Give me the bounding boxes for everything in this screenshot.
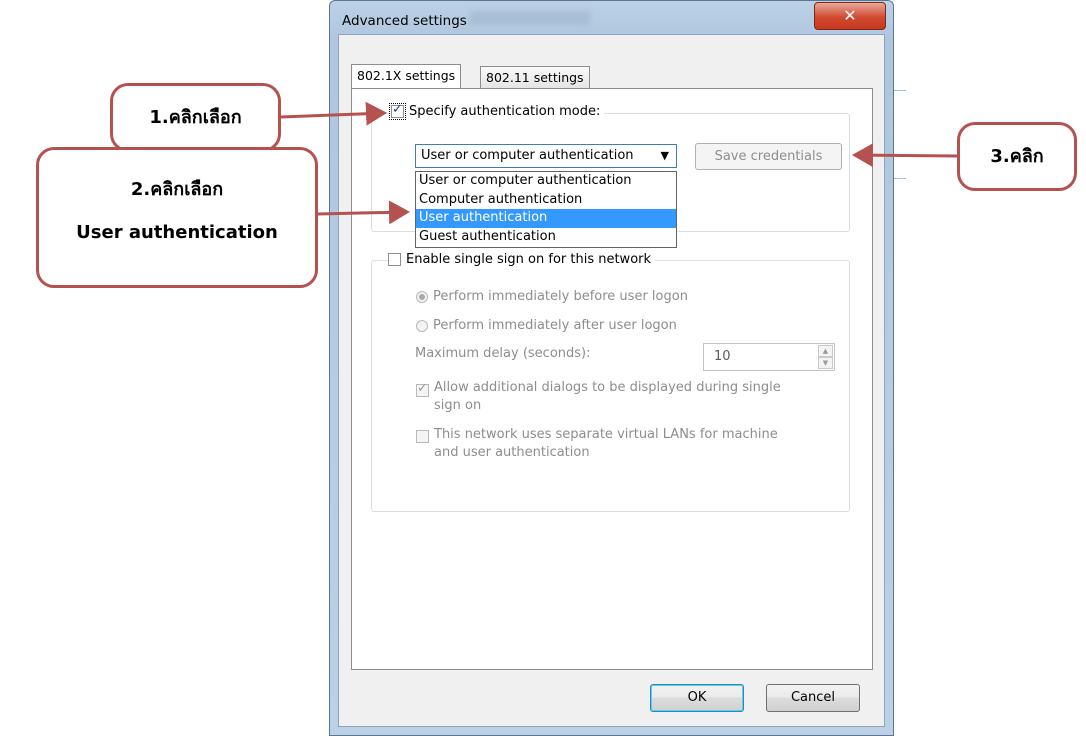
arrow-step-1 (280, 101, 387, 126)
callout-arrows (280, 101, 958, 225)
arrow-step-3 (852, 143, 958, 168)
arrow-step-2 (317, 200, 410, 225)
